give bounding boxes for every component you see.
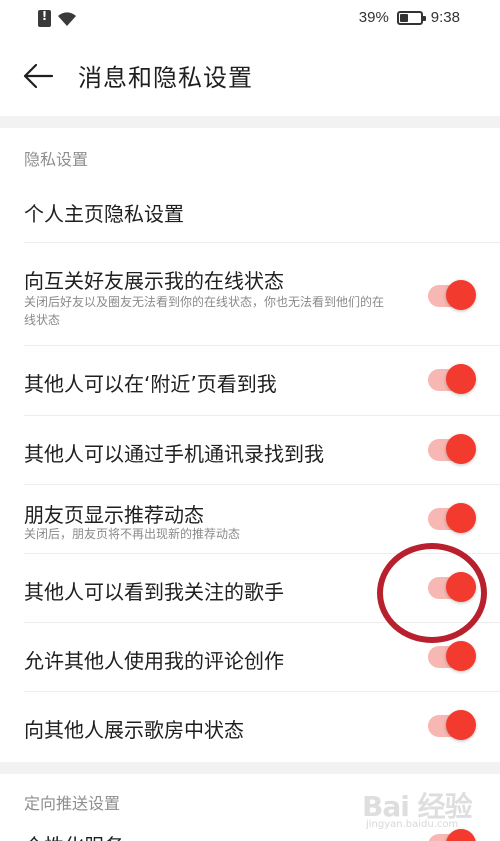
section-title-push: 定向推送设置 (24, 794, 121, 813)
toggle-online-status[interactable] (428, 280, 476, 310)
row-label: 个人主页隐私设置 (24, 202, 184, 226)
toggle-knob (446, 434, 476, 464)
wifi-icon (58, 11, 76, 26)
row-label: 个性化服务 (24, 830, 124, 841)
row-label: 其他人可以通过手机通讯录找到我 (24, 442, 324, 466)
chevron-right-icon (458, 203, 470, 217)
baidu-watermark: Bai 经验 jingyan.baidu.com (362, 785, 482, 835)
row-label: 其他人可以看到我关注的歌手 (24, 580, 284, 604)
toggle-nearby[interactable] (428, 364, 476, 394)
row-description: 关闭后好友以及圈友无法看到你的在线状态，你也无法看到他们的在线状态 (24, 295, 385, 327)
toggle-contacts[interactable] (428, 434, 476, 464)
header: 消息和隐私设置 (0, 38, 500, 116)
watermark-url: jingyan.baidu.com (366, 819, 459, 830)
toggle-recommend-feed[interactable] (428, 503, 476, 533)
section-gap (0, 116, 500, 128)
page-title: 消息和隐私设置 (78, 64, 253, 92)
row-label: 向互关好友展示我的在线状态 (24, 269, 284, 293)
toggle-comment-creation[interactable] (428, 641, 476, 671)
row-online-status: 向互关好友展示我的在线状态 关闭后好友以及圈友无法看到你的在线状态，你也无法看到… (0, 243, 500, 345)
row-description: 关闭后，朋友页将不再出现新的推荐动态 (24, 527, 241, 541)
toggle-knob (446, 710, 476, 740)
toggle-knob (446, 364, 476, 394)
back-arrow-icon[interactable] (22, 60, 54, 92)
sim-alert-icon (38, 9, 51, 27)
row-contacts: 其他人可以通过手机通讯录找到我 (0, 416, 500, 484)
toggle-personalized-service[interactable] (428, 829, 476, 841)
status-bar: 39% 9:38 (0, 0, 500, 38)
toggle-knob (446, 503, 476, 533)
row-label: 允许其他人使用我的评论创作 (24, 649, 284, 673)
battery-percent: 39% (358, 9, 389, 26)
section-title-privacy: 隐私设置 (24, 150, 89, 169)
battery-icon (396, 10, 426, 25)
section-gap (0, 762, 500, 774)
toggle-karaoke-status[interactable] (428, 710, 476, 740)
row-karaoke-status: 向其他人展示歌房中状态 (0, 692, 500, 760)
row-label: 朋友页显示推荐动态 (24, 503, 204, 527)
toggle-knob (446, 280, 476, 310)
row-label: 向其他人展示歌房中状态 (24, 718, 244, 742)
toggle-knob (446, 641, 476, 671)
row-profile-privacy[interactable]: 个人主页隐私设置 (0, 176, 500, 242)
clock: 9:38 (430, 9, 460, 26)
annotation-circle (377, 543, 487, 643)
row-nearby: 其他人可以在‘附近’页看到我 (0, 346, 500, 415)
row-label: 其他人可以在‘附近’页看到我 (24, 372, 277, 396)
